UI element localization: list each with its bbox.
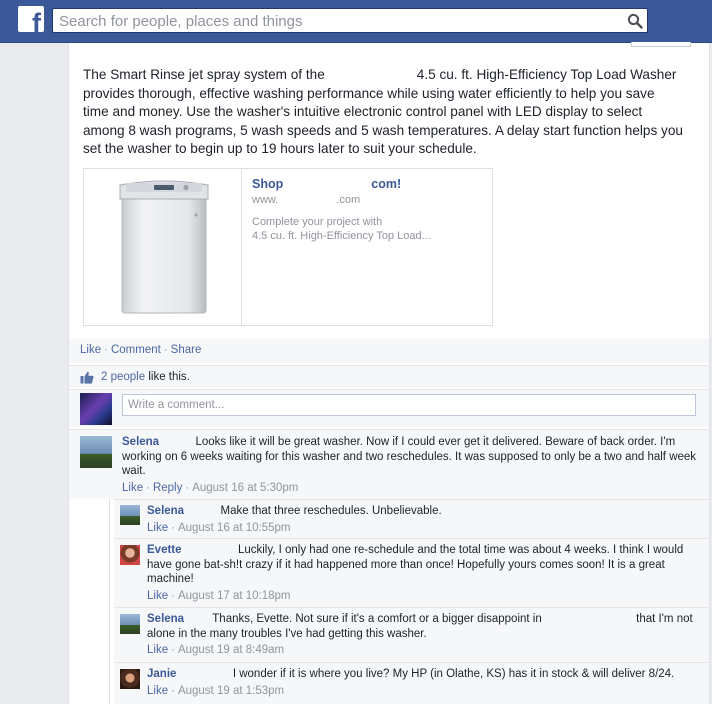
avatar[interactable] <box>80 393 112 425</box>
reply-comment: Evette Luckily, I only had one re-schedu… <box>114 538 709 607</box>
comment-body: Selena Looks like it will be great washe… <box>122 435 697 494</box>
reply-comment: Selena Make that three reschedules. Unbe… <box>114 499 709 538</box>
comment-text: Make that three reschedules. Unbelievabl… <box>220 505 442 517</box>
comment-author[interactable]: Selena <box>147 505 184 517</box>
comment-meta: Like · August 17 at 10:18pm <box>147 589 291 602</box>
post-card: The Smart Rinse jet spray system of the … <box>68 42 710 704</box>
avatar[interactable] <box>120 545 140 565</box>
facebook-logo-icon[interactable]: f <box>18 6 44 32</box>
comment-timestamp[interactable]: August 16 at 5:30pm <box>192 482 298 494</box>
post-actions-bar: Like · Comment · Share <box>69 339 709 363</box>
comment-composer <box>69 389 709 427</box>
likes-summary: 2 people like this. <box>101 371 190 383</box>
post-actions: Like · Comment · Share <box>80 344 202 356</box>
comment-body: Janie I wonder if it is where you live? … <box>147 667 702 697</box>
previous-item-edge <box>631 42 691 47</box>
comment-timestamp[interactable]: August 16 at 10:55pm <box>178 522 291 534</box>
top-bar: f <box>0 0 712 43</box>
search-input[interactable] <box>59 11 619 31</box>
comment-text: Luckily, I only had one re-schedule and … <box>147 544 684 585</box>
comment-body: Selena Make that three reschedules. Unbe… <box>147 504 697 534</box>
comment: Selena Looks like it will be great washe… <box>69 429 709 499</box>
comment-meta: Like · August 16 at 10:55pm <box>147 521 291 534</box>
preview-description: Complete your project with 4.5 cu. ft. H… <box>252 216 431 242</box>
likes-bar: 2 people like this. <box>69 365 709 388</box>
likes-count-link[interactable]: 2 people <box>101 371 145 383</box>
preview-image[interactable] <box>84 169 242 325</box>
thumbs-up-icon <box>80 371 94 384</box>
comment-timestamp[interactable]: August 17 at 10:18pm <box>178 590 291 602</box>
comment-body: Selena Thanks, Evette. Not sure if it's … <box>147 612 702 656</box>
preview-domain: www. .com <box>252 194 361 206</box>
post-text-part1: The Smart Rinse jet spray system of the <box>83 67 325 82</box>
reply-comment: Janie I wonder if it is where you live? … <box>114 662 709 704</box>
washer-image-icon <box>119 180 209 314</box>
search-box <box>52 8 648 33</box>
reply-thread-line <box>109 499 110 704</box>
comment-like-button[interactable]: Like <box>147 644 168 656</box>
comment-author[interactable]: Janie <box>147 668 176 680</box>
avatar[interactable] <box>120 505 140 525</box>
comment-text-part1: Thanks, Evette. Not sure if it's a comfo… <box>212 613 542 625</box>
comment-body: Evette Luckily, I only had one re-schedu… <box>147 543 702 602</box>
comment-meta: Like · August 19 at 1:53pm <box>147 684 285 697</box>
like-button[interactable]: Like <box>80 344 101 356</box>
post-body: The Smart Rinse jet spray system of the … <box>83 66 683 159</box>
share-button[interactable]: Share <box>171 344 202 356</box>
search-icon[interactable] <box>627 13 643 29</box>
comment-author[interactable]: Selena <box>147 613 184 625</box>
comment-like-button[interactable]: Like <box>147 685 168 697</box>
comment-input[interactable] <box>122 394 696 416</box>
comment-author[interactable]: Selena <box>122 436 159 448</box>
comment-like-button[interactable]: Like <box>147 522 168 534</box>
comment-reply-button[interactable]: Reply <box>153 482 182 494</box>
comment-button[interactable]: Comment <box>111 344 161 356</box>
comment-text: Looks like it will be great washer. Now … <box>122 436 697 477</box>
comment-like-button[interactable]: Like <box>147 590 168 602</box>
preview-body: Shop com! www. .com Complete your projec… <box>252 177 482 243</box>
avatar[interactable] <box>120 614 140 634</box>
comment-meta: Like · August 19 at 8:49am <box>147 644 285 656</box>
avatar[interactable] <box>80 436 112 468</box>
avatar[interactable] <box>120 669 140 689</box>
comment-timestamp[interactable]: August 19 at 8:49am <box>178 644 284 656</box>
link-preview[interactable]: Shop com! www. .com Complete your projec… <box>83 168 493 326</box>
comment-text: I wonder if it is where you live? My HP … <box>232 668 675 680</box>
comment-timestamp[interactable]: August 19 at 1:53pm <box>178 685 284 697</box>
comment-meta: Like · Reply · August 16 at 5:30pm <box>122 481 299 494</box>
comment-author[interactable]: Evette <box>147 544 182 556</box>
comment-like-button[interactable]: Like <box>122 482 143 494</box>
preview-title[interactable]: Shop com! <box>252 177 482 191</box>
reply-comment: Selena Thanks, Evette. Not sure if it's … <box>114 607 709 662</box>
